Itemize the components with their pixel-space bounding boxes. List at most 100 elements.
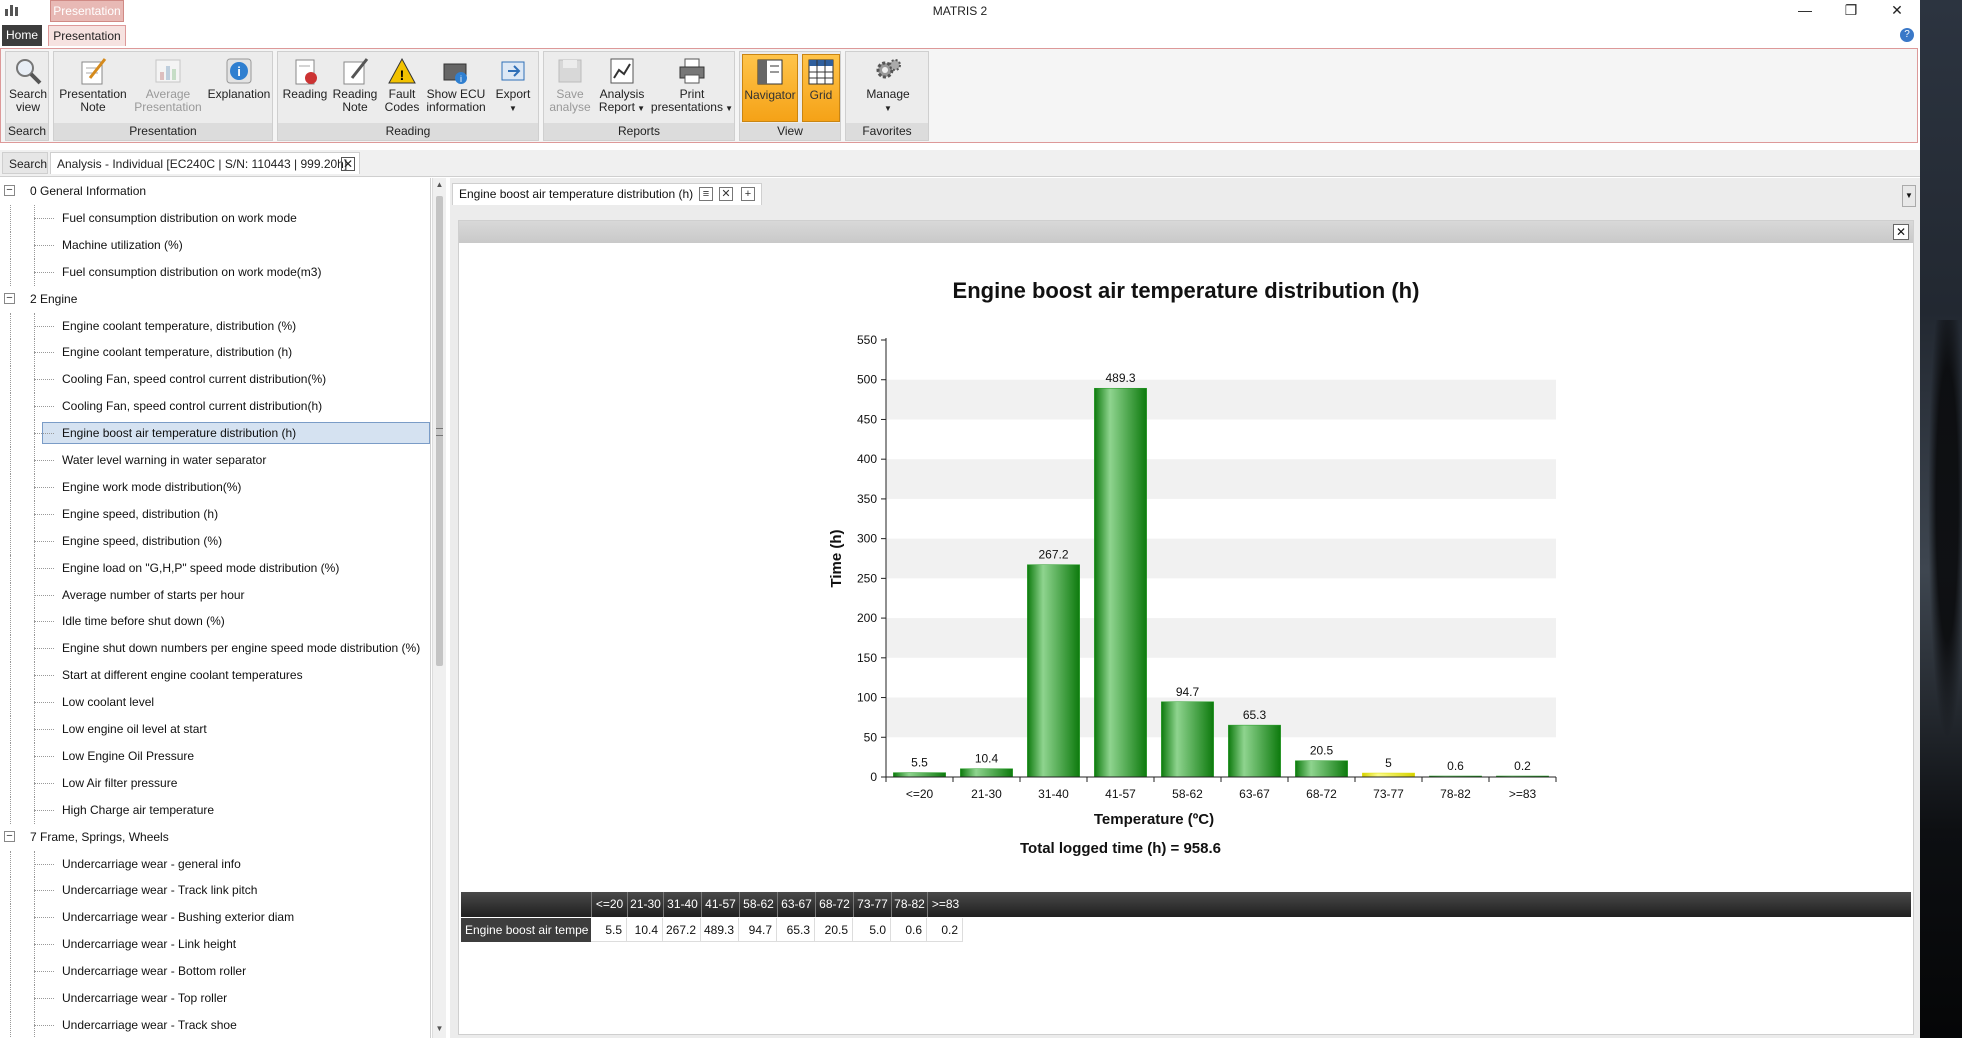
tab-home[interactable]: Home bbox=[2, 25, 42, 46]
reading-button[interactable]: Reading bbox=[280, 56, 330, 101]
close-tab-icon[interactable]: ✕ bbox=[341, 157, 355, 171]
analysis-report-button[interactable]: Analysis Report ▼ bbox=[594, 56, 650, 115]
grid-column-header[interactable]: 31-40 bbox=[663, 892, 701, 917]
reading-note-button[interactable]: Reading Note bbox=[330, 56, 380, 114]
grid-column-header[interactable]: 63-67 bbox=[777, 892, 815, 917]
tree-item[interactable]: Low engine oil level at start bbox=[0, 716, 430, 743]
grid-column-header[interactable]: 78-82 bbox=[891, 892, 927, 917]
explanation-button[interactable]: i Explanation bbox=[206, 56, 272, 101]
grid-cell[interactable]: 65.3 bbox=[777, 918, 815, 942]
tree-connector bbox=[10, 366, 11, 394]
grid-band bbox=[886, 459, 1556, 499]
grid-cell[interactable]: 5.5 bbox=[591, 918, 627, 942]
tree-item[interactable]: Engine shut down numbers per engine spee… bbox=[0, 635, 430, 663]
grid-cell[interactable]: 5.0 bbox=[853, 918, 891, 942]
tree-scrollbar[interactable]: ▲ ▼ bbox=[432, 178, 446, 1038]
tree-item[interactable]: Engine speed, distribution (h) bbox=[0, 500, 430, 528]
tree-item[interactable]: Low Air filter pressure bbox=[0, 769, 430, 797]
grid-cell[interactable]: 0.2 bbox=[927, 918, 963, 942]
close-window-button[interactable]: ✕ bbox=[1874, 0, 1920, 22]
show-ecu-button[interactable]: i Show ECU information bbox=[424, 56, 488, 114]
grid-row[interactable]: Engine boost air tempe 5.5 10.4 267.2 489.3… bbox=[461, 918, 981, 942]
grid-cell[interactable]: 94.7 bbox=[739, 918, 777, 942]
tab-chart[interactable]: Engine boost air temperature distributio… bbox=[452, 183, 762, 205]
grid-cell[interactable]: 10.4 bbox=[627, 918, 663, 942]
tab-analysis[interactable]: Analysis - Individual [EC240C | S/N: 110… bbox=[50, 152, 360, 174]
tree-item[interactable]: Engine boost air temperature distributio… bbox=[0, 420, 430, 447]
grid-column-header[interactable]: <=20 bbox=[591, 892, 627, 917]
tree-item[interactable]: Average number of starts per hour bbox=[0, 581, 430, 609]
tree-item[interactable]: Engine work mode distribution(%) bbox=[0, 473, 430, 501]
bar-value-label: 267.2 bbox=[1038, 548, 1068, 562]
tree-item[interactable]: Undercarriage wear - Bushing exterior di… bbox=[0, 904, 430, 932]
navigator-toggle-button[interactable]: Navigator bbox=[742, 54, 798, 122]
grid-column-header[interactable]: 68-72 bbox=[815, 892, 853, 917]
tree-item[interactable]: Low coolant level bbox=[0, 689, 430, 716]
group-presentation-label: Presentation bbox=[54, 123, 272, 140]
fault-codes-button[interactable]: ! Fault Codes bbox=[380, 56, 424, 114]
tree-item[interactable]: Idle time before shut down (%) bbox=[0, 608, 430, 636]
tree-category[interactable]: − 0 General Information bbox=[0, 178, 430, 204]
tree-connector bbox=[34, 486, 54, 488]
tree-item[interactable]: Undercarriage wear - Top roller bbox=[0, 985, 430, 1012]
scroll-down-icon[interactable]: ▼ bbox=[435, 1024, 444, 1036]
tree-category[interactable]: − 2 Engine bbox=[0, 286, 430, 312]
grid-column-header[interactable]: 41-57 bbox=[701, 892, 739, 917]
tree-item[interactable]: Fuel consumption distribution on work mo… bbox=[0, 204, 430, 232]
print-presentations-button[interactable]: Print presentations ▼ bbox=[650, 56, 734, 115]
help-icon[interactable]: ? bbox=[1900, 28, 1914, 42]
tree-item[interactable]: Low Engine Oil Pressure bbox=[0, 742, 430, 770]
grid-cell[interactable]: 0.6 bbox=[891, 918, 927, 942]
tree-item[interactable]: High Charge air temperature bbox=[0, 796, 430, 824]
manage-favorites-button[interactable]: Manage ▼ bbox=[850, 56, 926, 115]
grid-toggle-button[interactable]: Grid bbox=[802, 54, 840, 122]
grid-cell[interactable]: 20.5 bbox=[815, 918, 853, 942]
scroll-thumb[interactable] bbox=[436, 196, 443, 666]
collapse-icon[interactable]: − bbox=[4, 830, 15, 842]
tree-item[interactable]: Machine utilization (%) bbox=[0, 231, 430, 259]
bar-value-label: 94.7 bbox=[1176, 685, 1200, 699]
collapse-icon[interactable]: − bbox=[4, 185, 15, 196]
grid-cell[interactable]: 489.3 bbox=[701, 918, 739, 942]
tree-category[interactable]: − 7 Frame, Springs, Wheels bbox=[0, 824, 430, 850]
tab-close-icon[interactable]: ✕ bbox=[719, 187, 733, 201]
average-presentation-button[interactable]: Average Presentation bbox=[130, 56, 206, 114]
scroll-up-icon[interactable]: ▲ bbox=[435, 180, 444, 192]
tree-item[interactable]: Undercarriage wear - general info bbox=[0, 850, 430, 878]
tree-item[interactable]: Undercarriage wear - Link height bbox=[0, 931, 430, 959]
export-button[interactable]: Export ▼ bbox=[490, 56, 536, 115]
presentation-note-button[interactable]: Presentation Note bbox=[56, 56, 130, 114]
tree-item[interactable]: Engine load on "G,H,P" speed mode distri… bbox=[0, 554, 430, 582]
collapse-icon[interactable]: − bbox=[4, 292, 15, 304]
tree-item[interactable]: Engine speed, distribution (%) bbox=[0, 527, 430, 555]
tree-item[interactable]: Undercarriage wear - Track shoe bbox=[0, 1011, 430, 1038]
tree-item[interactable]: Cooling Fan, speed control current distr… bbox=[0, 366, 430, 394]
grid-column-header[interactable]: 21-30 bbox=[627, 892, 663, 917]
grid-label: Grid bbox=[809, 88, 833, 102]
search-view-button[interactable]: Search view bbox=[8, 56, 48, 114]
tree-item[interactable]: Undercarriage wear - Track link pitch bbox=[0, 877, 430, 905]
tree-item[interactable]: Start at different engine coolant temper… bbox=[0, 662, 430, 690]
grid-cell[interactable]: 267.2 bbox=[663, 918, 701, 942]
tab-add-icon[interactable]: + bbox=[741, 187, 755, 201]
tree-item[interactable]: Engine coolant temperature, distribution… bbox=[0, 339, 430, 367]
chart-close-icon[interactable]: ✕ bbox=[1893, 224, 1909, 240]
save-analyse-button[interactable]: Save analyse bbox=[546, 56, 594, 114]
grid-band bbox=[886, 379, 1556, 420]
grid-column-header[interactable]: 58-62 bbox=[739, 892, 777, 917]
tree-item-label: Engine coolant temperature, distribution… bbox=[62, 345, 293, 360]
tree-item[interactable]: Undercarriage wear - Bottom roller bbox=[0, 958, 430, 985]
tree-item-label: Low Air filter pressure bbox=[62, 775, 178, 790]
tabs-dropdown-icon[interactable]: ▼ bbox=[1902, 185, 1916, 207]
tree-item[interactable]: Engine coolant temperature, distribution… bbox=[0, 312, 430, 340]
tab-presentation[interactable]: Presentation bbox=[48, 25, 126, 46]
tab-list-icon[interactable]: ≡ bbox=[699, 187, 713, 201]
grid-column-header[interactable]: 73-77 bbox=[853, 892, 891, 917]
minimize-button[interactable]: — bbox=[1782, 0, 1828, 22]
tree-item[interactable]: Fuel consumption distribution on work mo… bbox=[0, 258, 430, 286]
tab-search[interactable]: Search bbox=[2, 152, 48, 174]
grid-column-header[interactable]: >=83 bbox=[927, 892, 963, 917]
tree-item[interactable]: Cooling Fan, speed control current distr… bbox=[0, 393, 430, 421]
restore-button[interactable]: ❐ bbox=[1828, 0, 1874, 22]
tree-item[interactable]: Water level warning in water separator bbox=[0, 447, 430, 474]
